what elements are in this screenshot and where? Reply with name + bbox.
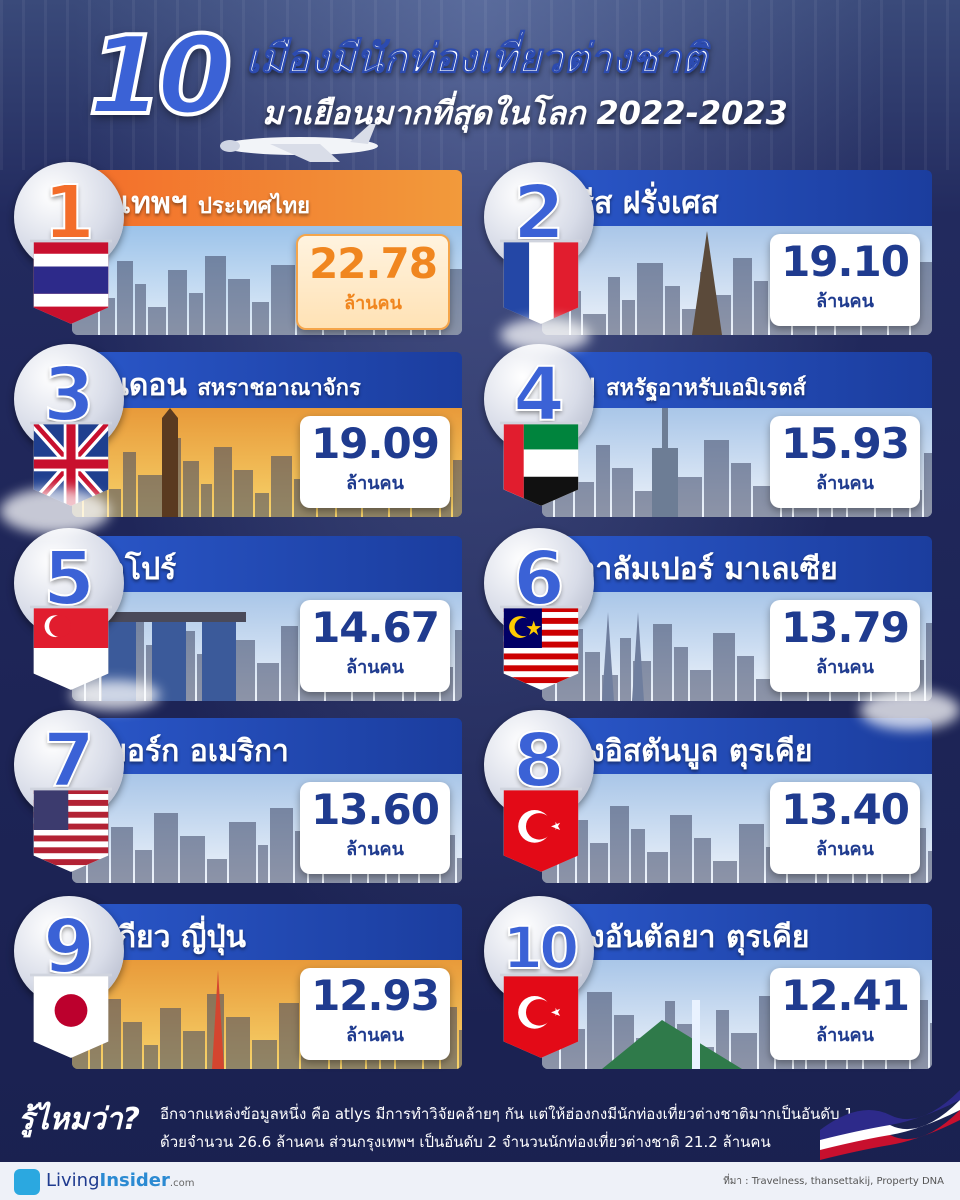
country-name: ประเทศไทย <box>198 194 311 219</box>
visitor-count-box: 13.79 ล้านคน <box>770 600 920 692</box>
visitor-count-value: 13.60 <box>311 785 440 834</box>
visitor-count-unit: ล้านคน <box>816 839 874 860</box>
city-card-7: นิวยอร์ก อเมริกา 13.60 ล้านคน 7 <box>14 710 462 883</box>
country-name: ตุรเคีย <box>725 920 810 955</box>
source-credit: ที่มา : Travelness, thansettakij, Proper… <box>723 1176 944 1187</box>
country-name: ตุรเคีย <box>728 734 813 769</box>
header: 10 เมืองมีนักท่องเที่ยวต่างชาติ มาเยือนม… <box>0 0 960 162</box>
turkey-flag <box>500 787 582 872</box>
malaysia-flag <box>500 605 582 690</box>
visitor-count-unit: ล้านคน <box>816 473 874 494</box>
visitor-count-box: 13.60 ล้านคน <box>300 782 450 874</box>
country-name: ฝรั่งเศส <box>622 186 719 221</box>
brand-insider: Insider <box>99 1170 170 1191</box>
visitor-count-value: 15.93 <box>781 419 910 468</box>
visitor-count-box: 14.67 ล้านคน <box>300 600 450 692</box>
uae-flag <box>500 421 582 506</box>
question-mark: ? <box>122 1102 140 1137</box>
country-name: อเมริกา <box>189 734 289 769</box>
city-card-2: ปารีส ฝรั่งเศส19.10ล้านคน2 <box>484 162 932 335</box>
city-card-1: กรุงเทพฯ ประเทศไทย 22.78 ล้านคน 1 <box>14 162 462 335</box>
city-card-4: ดูไบ สหรัฐอาหรับเอมิเรตส์15.93ล้านคน4 <box>484 344 932 517</box>
visitor-count-unit: ล้านคน <box>816 657 874 678</box>
country-name: มาเลเซีย <box>724 552 838 587</box>
country-name: สหราชอาณาจักร <box>197 376 361 401</box>
visitor-count-box: 12.41 ล้านคน <box>770 968 920 1060</box>
info-line-1: อีกจากแหล่งข้อมูลหนึ่ง คือ atlys มีการทำ… <box>160 1105 854 1123</box>
big-ten-number: 10 <box>86 12 234 141</box>
cloud-decoration <box>70 680 160 710</box>
visitor-count-value: 19.10 <box>781 237 910 286</box>
france-flag <box>500 239 582 324</box>
visitor-count-box: 15.93 ล้านคน <box>770 416 920 508</box>
visitor-count-unit: ล้านคน <box>346 839 404 860</box>
city-card-6: กัวลาลัมเปอร์ มาเลเซีย 13.79 ล้านคน 6 <box>484 528 932 701</box>
visitor-count-value: 12.41 <box>781 971 910 1020</box>
visitor-count-unit: ล้านคน <box>346 657 404 678</box>
footer-bar: LivingInsider.com ที่มา : Travelness, th… <box>0 1162 960 1200</box>
visitor-count-unit: ล้านคน <box>346 1025 404 1046</box>
visitor-count-value: 13.79 <box>781 603 910 652</box>
city-card-9: โตเกียว ญี่ปุ่น12.93ล้านคน9 <box>14 896 462 1069</box>
city-card-10: เมืองอันตัลยา ตุรเคีย 12.41 ล้านคน 10 <box>484 896 932 1069</box>
livinginsider-logo-icon <box>14 1169 40 1195</box>
brand-com: .com <box>169 1178 195 1189</box>
airplane-icon <box>220 124 378 162</box>
brand-logo[interactable]: LivingInsider.com <box>46 1170 194 1191</box>
visitor-count-value: 14.67 <box>311 603 440 652</box>
visitor-count-unit: ล้านคน <box>346 473 404 494</box>
country-name: สหรัฐอาหรับเอมิเรตส์ <box>606 376 807 401</box>
did-you-know-text: รู้ไหมว่า <box>18 1102 123 1137</box>
cloud-decoration <box>0 488 110 534</box>
title-line-1: เมืองมีนักท่องเที่ยวต่างชาติ <box>246 36 708 83</box>
did-you-know-label: รู้ไหมว่า? <box>18 1096 140 1143</box>
visitor-count-unit: ล้านคน <box>816 1025 874 1046</box>
visitor-count-value: 13.40 <box>781 785 910 834</box>
thailand-flag <box>30 239 112 324</box>
visitor-count-box: 22.78 ล้านคน <box>296 234 450 330</box>
visitor-count-value: 22.78 <box>309 239 438 288</box>
visitor-count-unit: ล้านคน <box>816 291 874 312</box>
turkey-flag <box>500 973 582 1058</box>
country-name: ญี่ปุ่น <box>180 920 247 955</box>
visitor-count-box: 13.40 ล้านคน <box>770 782 920 874</box>
cloud-decoration <box>500 318 590 352</box>
japan-flag <box>30 973 112 1058</box>
cloud-decoration <box>860 690 960 730</box>
visitor-count-box: 12.93 ล้านคน <box>300 968 450 1060</box>
visitor-count-value: 12.93 <box>311 971 440 1020</box>
visitor-count-box: 19.09 ล้านคน <box>300 416 450 508</box>
usa-flag <box>30 787 112 872</box>
city-card-5: สิงคโปร์ 14.67 ล้านคน 5 <box>14 528 462 701</box>
thai-flag-ribbon-icon <box>820 1090 960 1160</box>
visitor-count-value: 19.09 <box>311 419 440 468</box>
city-card-8: เมืองอิสตันบูล ตุรเคีย 13.40 ล้านคน 8 <box>484 710 932 883</box>
brand-living: Living <box>46 1170 100 1191</box>
visitor-count-box: 19.10 ล้านคน <box>770 234 920 326</box>
visitor-count-unit: ล้านคน <box>344 293 402 314</box>
did-you-know-section: รู้ไหมว่า? อีกจากแหล่งข้อมูลหนึ่ง คือ at… <box>0 1090 960 1162</box>
info-line-2: ด้วยจำนวน 26.6 ล้านคน ส่วนกรุงเทพฯ เป็นอ… <box>160 1133 771 1151</box>
